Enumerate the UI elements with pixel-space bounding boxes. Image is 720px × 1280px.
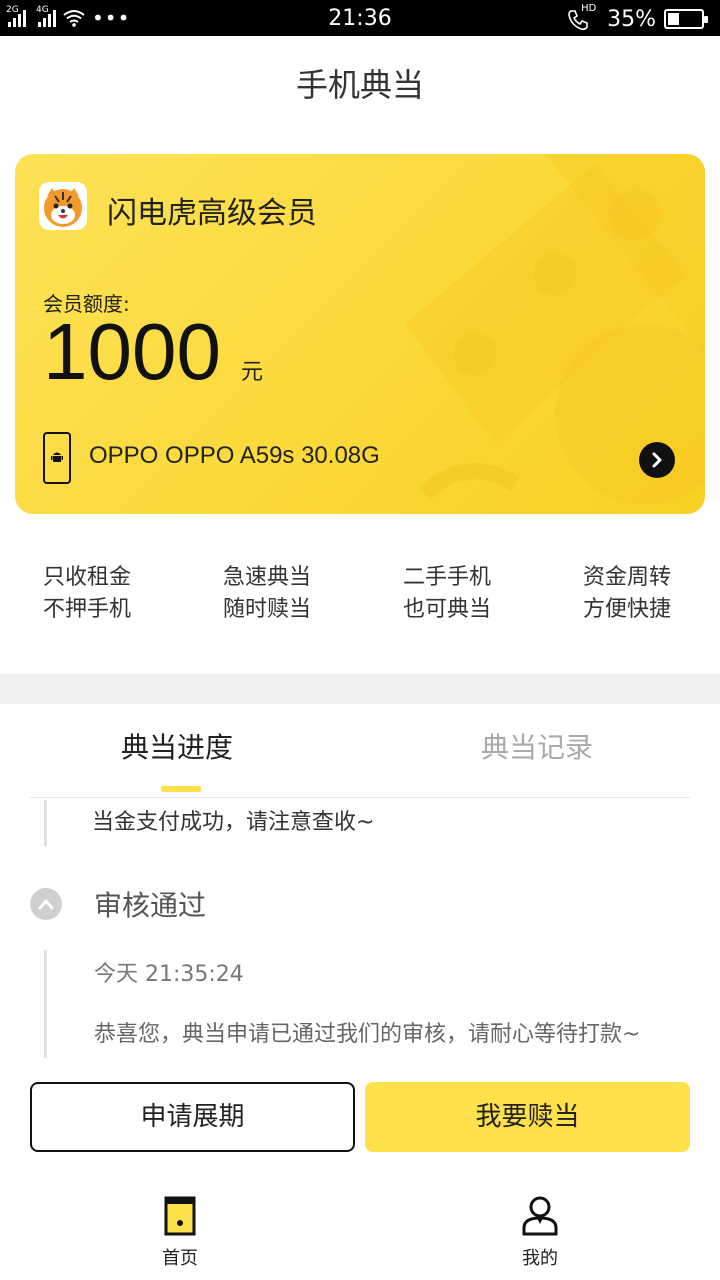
battery-icon (664, 9, 708, 29)
timeline-line (44, 950, 47, 1058)
feature-line: 也可典当 (403, 597, 492, 622)
phone-home-icon (164, 1196, 196, 1236)
membership-title: 闪电虎高级会员 (107, 196, 317, 231)
section-divider (0, 674, 720, 704)
feature-item: 只收租金 不押手机 (43, 562, 131, 626)
apply-extension-button[interactable]: 申请展期 (30, 1082, 355, 1152)
status-bar: 2G 4G ••• 21:36 HD 35% (0, 0, 720, 36)
quota-unit: 元 (241, 360, 264, 385)
hd-label: HD (581, 3, 597, 14)
tab-divider (30, 797, 690, 798)
battery-percent: 35% (607, 6, 656, 32)
timeline-previous-message: 当金支付成功，请注意查收~ (92, 810, 375, 835)
timeline-line (44, 800, 47, 846)
feature-item: 二手手机 也可典当 (403, 562, 491, 626)
hd-call-icon: HD (567, 3, 599, 31)
person-icon (522, 1196, 558, 1236)
nav-home[interactable]: 首页 (140, 1194, 220, 1270)
device-name[interactable]: OPPO OPPO A59s 30.08G (89, 442, 380, 470)
feature-line: 只收租金 (43, 565, 132, 590)
feature-line: 急速典当 (223, 565, 312, 590)
timeline-time: 今天 21:35:24 (94, 962, 244, 987)
android-icon (51, 452, 63, 462)
member-card: 闪电虎高级会员 会员额度: 1000 元 OPPO OPPO A59s 30.0… (15, 154, 705, 514)
tab-pawn-records[interactable]: 典当记录 (481, 726, 593, 766)
feature-line: 资金周转 (583, 565, 672, 590)
nav-home-label: 首页 (162, 1248, 198, 1269)
page-title: 手机典当 (295, 66, 424, 104)
feature-line: 随时赎当 (223, 597, 312, 622)
redeem-button[interactable]: 我要赎当 (365, 1082, 690, 1152)
feature-line: 方便快捷 (583, 597, 672, 622)
feature-line: 不押手机 (43, 597, 132, 622)
active-tab-indicator (161, 786, 201, 792)
battery-level (668, 13, 679, 25)
feature-item: 急速典当 随时赎当 (223, 562, 311, 626)
phone-icon (43, 432, 71, 484)
timeline-description: 恭喜您，典当申请已通过我们的审核，请耐心等待打款~ (94, 1022, 641, 1047)
tab-pawn-progress[interactable]: 典当进度 (121, 726, 233, 766)
device-detail-button[interactable] (639, 442, 675, 478)
nav-mine-label: 我的 (522, 1248, 558, 1269)
collapse-icon[interactable] (30, 888, 62, 920)
status-right: HD 35% (567, 3, 708, 32)
feature-item: 资金周转 方便快捷 (583, 562, 671, 626)
quota-value: 1000 (43, 307, 221, 396)
nav-mine[interactable]: 我的 (500, 1194, 580, 1270)
timeline-status: 审核通过 (94, 889, 207, 922)
chevron-right-icon (652, 452, 662, 468)
tiger-avatar-icon (39, 182, 87, 230)
feature-line: 二手手机 (403, 565, 492, 590)
